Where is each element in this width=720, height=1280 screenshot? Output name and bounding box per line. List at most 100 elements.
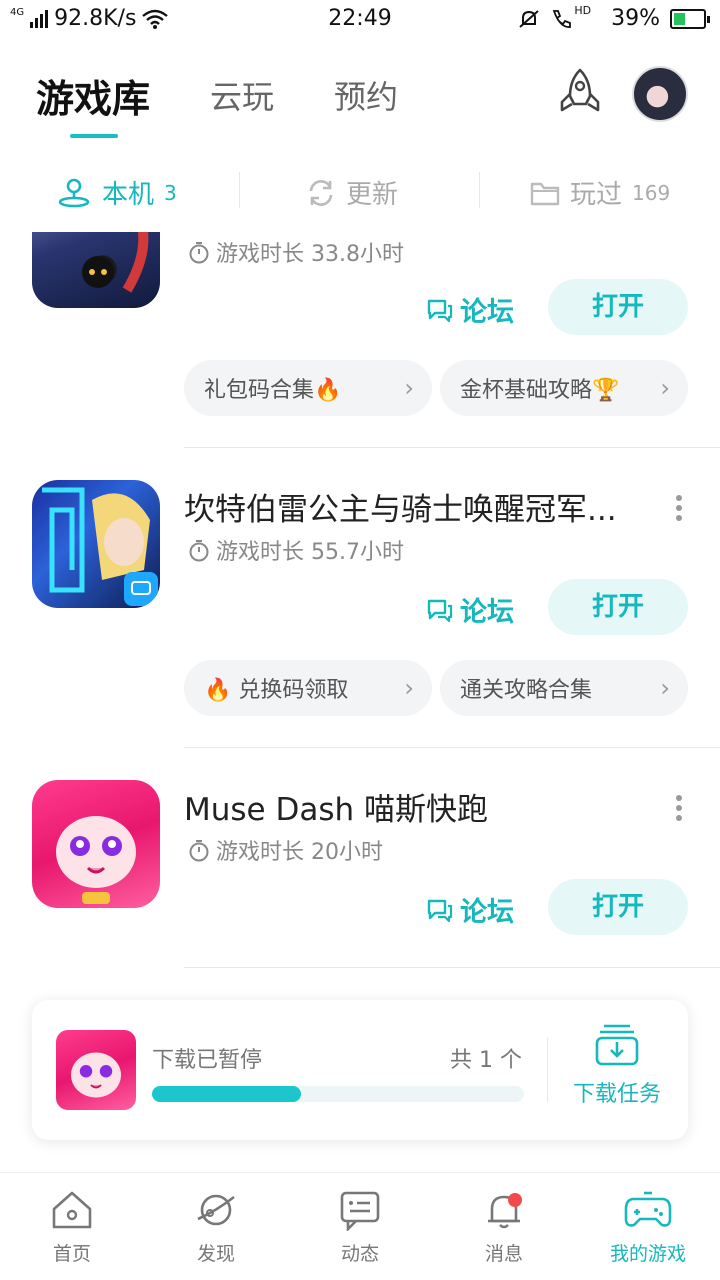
forum-label: 论坛	[460, 597, 514, 628]
subtab-local[interactable]: 本机 3	[56, 174, 177, 211]
stopwatch-icon	[189, 840, 209, 862]
download-progress-fill	[152, 1086, 301, 1102]
more-options-icon[interactable]	[674, 492, 684, 522]
subtab-divider	[239, 172, 240, 208]
forum-label: 论坛	[460, 297, 514, 328]
subtab-bar: 本机 3 更新 玩过 169	[0, 160, 720, 224]
nav-messages-label: 消息	[484, 1243, 523, 1265]
play-duration: 游戏时长 33.8小时	[188, 236, 404, 268]
battery-fill	[674, 12, 685, 25]
refresh-icon	[309, 179, 333, 206]
chevron-right-icon: ›	[660, 374, 670, 402]
nav-home[interactable]: 首页	[0, 1189, 144, 1266]
open-button[interactable]: 打开	[548, 879, 688, 935]
chevron-right-icon: ›	[404, 374, 414, 402]
chip-label: 🔥 兑换码领取	[204, 678, 349, 703]
download-tray-icon	[595, 1024, 639, 1066]
top-header: 游戏库 云玩 预约	[0, 40, 720, 150]
nav-my-games[interactable]: 我的游戏	[576, 1189, 720, 1266]
nav-my-games-label: 我的游戏	[609, 1243, 686, 1265]
subtab-played[interactable]: 玩过 169	[530, 174, 670, 211]
download-card[interactable]: 下载已暂停 共 1 个 下载任务	[32, 1000, 688, 1140]
battery-icon	[670, 8, 710, 29]
nav-messages[interactable]: 消息	[432, 1189, 576, 1266]
more-options-icon[interactable]	[674, 792, 684, 822]
chip-label: 通关攻略合集	[460, 678, 593, 703]
chip-walkthrough[interactable]: 通关攻略合集 ›	[440, 660, 688, 716]
game-icon[interactable]	[32, 780, 160, 908]
tab-reservation[interactable]: 预约	[334, 72, 398, 118]
user-location-icon	[58, 178, 90, 207]
open-button[interactable]: 打开	[548, 579, 688, 635]
game-icon[interactable]	[32, 232, 160, 308]
list-divider	[184, 447, 720, 448]
download-count: 共 1 个	[450, 1048, 522, 1073]
play-duration-text: 游戏时长 20小时	[216, 840, 383, 865]
download-tasks-button[interactable]: 下载任务	[562, 1022, 672, 1108]
game-title[interactable]: 坎特伯雷公主与骑士唤醒冠军...	[184, 484, 617, 529]
hd-label: HD	[574, 4, 592, 17]
game-art	[71, 1052, 121, 1098]
call-hd-icon	[553, 9, 572, 28]
chip-label: 金杯基础攻略🏆	[460, 378, 620, 403]
folder-icon	[530, 182, 560, 205]
nav-feed-label: 动态	[340, 1243, 379, 1265]
chip-guide[interactable]: 金杯基础攻略🏆 ›	[440, 360, 688, 416]
mute-bell-icon	[519, 9, 540, 28]
tab-cloud-play[interactable]: 云玩	[210, 72, 274, 118]
list-divider	[184, 747, 720, 748]
download-divider	[547, 1038, 548, 1102]
active-tab-indicator	[70, 134, 118, 138]
subtab-played-label: 玩过	[570, 180, 623, 210]
chevron-right-icon: ›	[660, 674, 670, 702]
open-button[interactable]: 打开	[548, 279, 688, 335]
notification-dot	[508, 1193, 522, 1207]
gamepad-icon	[624, 1191, 672, 1227]
forum-label: 论坛	[460, 897, 514, 928]
forum-link[interactable]: 论坛	[426, 290, 514, 329]
subtab-update[interactable]: 更新	[306, 174, 398, 211]
subtab-divider	[479, 172, 480, 208]
list-divider	[184, 967, 720, 968]
download-status: 下载已暂停	[152, 1048, 263, 1073]
nav-discover[interactable]: 发现	[144, 1189, 288, 1266]
nav-home-label: 首页	[52, 1243, 91, 1265]
game-art	[82, 232, 149, 293]
status-bar: 4G 92.8K/s 22:49 HD 39%	[0, 0, 720, 40]
play-duration: 游戏时长 55.7小时	[188, 534, 404, 566]
game-list: 游戏时长 33.8小时 论坛 打开 礼包码合集🔥 › 金杯基础攻略🏆 › 坎特伯雷公…	[0, 232, 720, 972]
game-art	[56, 816, 136, 904]
game-icon[interactable]	[32, 480, 160, 608]
forum-icon	[427, 899, 453, 922]
subtab-local-count: 3	[164, 180, 177, 205]
play-duration: 游戏时长 20小时	[188, 834, 383, 866]
status-right: HD 39%	[518, 4, 710, 31]
rocket-icon[interactable]	[554, 66, 606, 118]
download-tasks-label: 下载任务	[572, 1082, 661, 1107]
download-progress-bar	[152, 1086, 524, 1102]
forum-link[interactable]: 论坛	[426, 890, 514, 929]
game-title[interactable]: Muse Dash 喵斯快跑	[184, 784, 488, 829]
forum-link[interactable]: 论坛	[426, 590, 514, 629]
subtab-update-label: 更新	[346, 180, 399, 210]
nav-discover-label: 发现	[196, 1243, 235, 1265]
play-duration-text: 游戏时长 33.8小时	[216, 242, 404, 267]
stopwatch-icon	[189, 242, 209, 264]
home-icon	[52, 1191, 92, 1229]
planet-icon	[197, 1194, 235, 1226]
subtab-local-label: 本机	[102, 180, 155, 210]
download-game-icon	[56, 1030, 136, 1110]
chip-redeem-code[interactable]: 🔥 兑换码领取 ›	[184, 660, 432, 716]
avatar[interactable]	[632, 66, 688, 122]
play-duration-text: 游戏时长 55.7小时	[216, 540, 404, 565]
game-art	[42, 487, 158, 606]
forum-icon	[427, 599, 453, 622]
message-icon	[340, 1191, 380, 1231]
nav-feed[interactable]: 动态	[288, 1189, 432, 1266]
stopwatch-icon	[189, 540, 209, 562]
chip-gift-codes[interactable]: 礼包码合集🔥 ›	[184, 360, 432, 416]
chip-label: 礼包码合集🔥	[204, 378, 342, 403]
forum-icon	[427, 299, 453, 322]
battery-percent: 39%	[611, 6, 660, 31]
tab-game-library[interactable]: 游戏库	[36, 68, 150, 123]
